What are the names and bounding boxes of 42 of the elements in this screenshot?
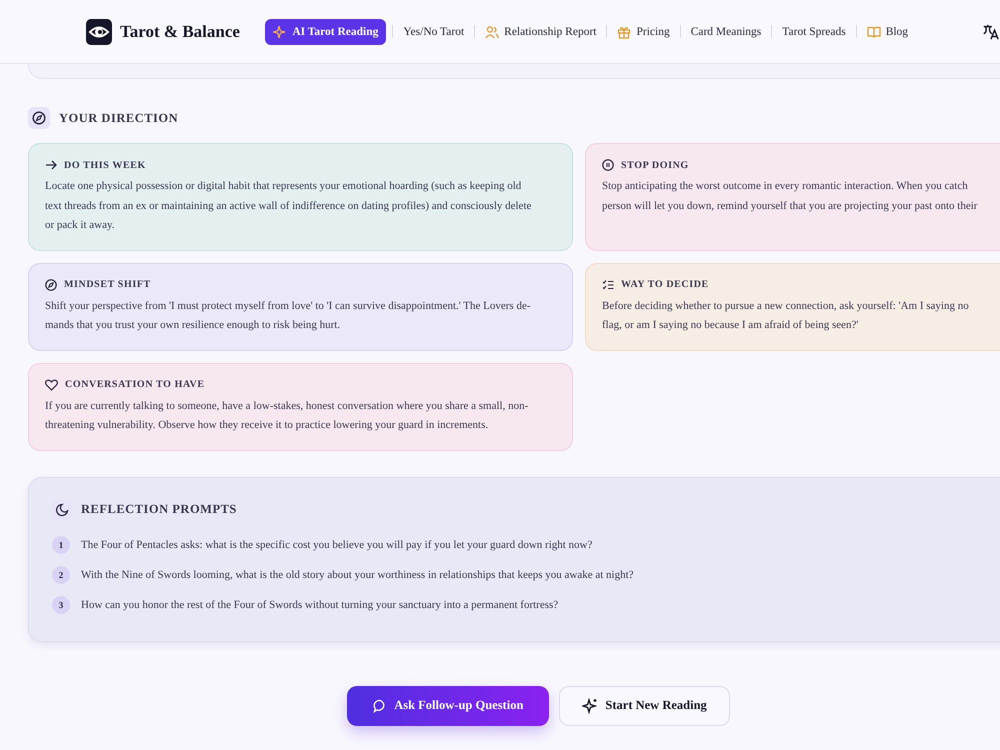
sparkle-icon	[582, 698, 598, 714]
card-title: STOP DOING	[621, 160, 689, 170]
card-title: WAY TO DECIDE	[621, 279, 709, 290]
prompt-text: The Four of Pentacles asks: what is the specific cost you believe you will pay if you let your guard down right now?	[81, 538, 592, 550]
moon-icon	[52, 500, 72, 520]
nav-tab[interactable]: AI Tarot Reading	[265, 18, 386, 44]
card-text: If you are currently talking to someone, have a low-stakes, honest conversation where you share a small, non- threatening vulnerability. Observe how they receive it to practice lowering your guard in increments.	[45, 398, 530, 433]
prompt-text: How can you honor the rest of the Four of Swords without turning your sanctuary into a permanent fortress?	[81, 598, 558, 610]
eye-logo-icon[interactable]	[86, 18, 112, 44]
pause-icon	[602, 159, 614, 171]
card-text: Locate one physical possession or digital habit that represents your emotional hoarding (such as keeping old text threads from an ex or maintaining an active wall of indifference on dating profiles) and consciously delete or pack it away.	[45, 179, 532, 233]
compass-icon	[28, 107, 50, 129]
compass-icon	[45, 278, 57, 290]
card-title: DO THIS WEEK	[64, 160, 146, 170]
people-icon	[485, 24, 500, 38]
number-badge: 1	[52, 536, 70, 554]
card-title: CONVERSATION TO HAVE	[65, 379, 205, 390]
arrow-icon	[45, 159, 57, 171]
brand-name[interactable]: Tarot & Balance	[120, 22, 240, 42]
card-text: Before deciding whether to pursue a new connection, ask yourself: 'Am I saying no flag, or am I saying no because I am afraid of being seen?'	[602, 298, 970, 333]
nav-tab[interactable]: Tarot Spreads	[778, 20, 850, 44]
heart-icon	[45, 378, 58, 390]
number-badge: 3	[52, 596, 70, 614]
nav-tab[interactable]: Yes/No Tarot	[399, 20, 468, 44]
nav-tab[interactable]: Card Meanings	[686, 20, 766, 44]
prompt-text: With the Nine of Swords looming, what is the old story about your worthiness in relationships that keeps you awake at night?	[81, 568, 634, 580]
checklist-icon	[602, 278, 614, 290]
section-title: YOUR DIRECTION	[59, 110, 178, 126]
number-badge: 2	[52, 566, 70, 584]
section-title: REFLECTION PROMPTS	[81, 502, 237, 517]
nav-tab[interactable]: Pricing	[613, 18, 674, 44]
chat-bubble-icon	[373, 698, 388, 712]
gift-icon	[617, 24, 632, 38]
card-text: Stop anticipating the worst outcome in every romantic interaction. When you catch person will let you down, remind yourself that you are projecting your past onto their	[602, 179, 978, 214]
card-text: Shift your perspective from 'I must protect myself from love' to 'I can survive disappointment.' The Lovers de- mands that you trust your own resilience enough to risk being hurt.	[45, 298, 532, 333]
new-reading-button[interactable]: Start New Reading	[559, 686, 730, 726]
nav-tab[interactable]: Blog	[862, 18, 912, 44]
card-title: MINDSET SHIFT	[64, 279, 151, 290]
book-icon	[866, 24, 881, 38]
nav-tab[interactable]: Relationship Report	[481, 18, 600, 44]
sparkle-icon	[273, 24, 288, 38]
follow-up-button[interactable]: Ask Follow-up Question	[347, 686, 550, 726]
